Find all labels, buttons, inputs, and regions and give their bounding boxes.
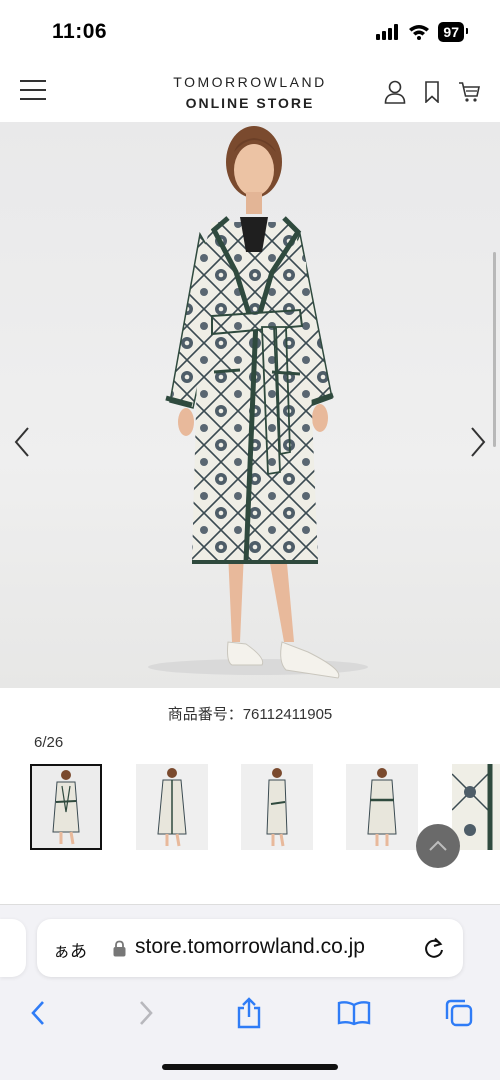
share-button[interactable] — [227, 991, 271, 1035]
thumbnail-5[interactable] — [452, 764, 500, 850]
product-main-image[interactable] — [0, 122, 500, 688]
account-icon[interactable] — [384, 80, 406, 104]
cart-icon[interactable] — [458, 81, 480, 103]
forward-button[interactable] — [124, 991, 168, 1035]
browser-chrome: ぁあ store.tomorrowland.co.jp — [0, 904, 500, 1080]
scroll-indicator — [493, 252, 496, 447]
browser-toolbar — [0, 991, 500, 1037]
prev-image-button[interactable] — [0, 420, 44, 464]
signal-icon — [376, 24, 399, 40]
status-bar: 11:06 97 — [0, 0, 500, 64]
share-icon — [237, 997, 261, 1029]
back-button[interactable] — [16, 991, 60, 1035]
reader-settings-button[interactable]: ぁあ — [53, 937, 87, 962]
chevron-left-icon — [14, 427, 29, 457]
status-time: 11:06 — [52, 20, 108, 43]
thumbnail-1[interactable] — [30, 764, 102, 850]
url-text: store.tomorrowland.co.jp — [135, 935, 365, 958]
thumbnail-2[interactable] — [136, 764, 208, 850]
tabs-button[interactable] — [437, 991, 481, 1035]
back-arrow-icon — [31, 1001, 44, 1025]
bookmarks-button[interactable] — [332, 991, 376, 1035]
site-header: TOMORROWLAND ONLINE STORE — [0, 64, 500, 122]
forward-arrow-icon — [140, 1001, 153, 1025]
lock-icon — [113, 940, 126, 957]
header-icons — [384, 80, 480, 104]
product-code: 商品番号：76112411905 — [167, 706, 333, 723]
thumbnail-3[interactable] — [241, 764, 313, 850]
status-icons: 97 — [376, 22, 468, 42]
image-counter: 6/26 — [34, 734, 64, 751]
next-image-button[interactable] — [456, 420, 500, 464]
book-icon — [337, 1001, 371, 1026]
address-bar[interactable]: ぁあ store.tomorrowland.co.jp — [37, 919, 463, 977]
tabs-icon — [445, 999, 473, 1027]
reload-icon[interactable] — [423, 936, 445, 960]
chevron-up-icon — [429, 840, 447, 851]
scroll-to-top-button[interactable] — [416, 824, 460, 868]
bookmark-icon[interactable] — [424, 81, 440, 103]
home-indicator — [162, 1064, 338, 1070]
thumbnail-4[interactable] — [346, 764, 418, 850]
battery-indicator: 97 — [438, 22, 468, 42]
chevron-right-icon — [471, 427, 486, 457]
wifi-icon — [409, 25, 430, 40]
model-coat-image — [148, 126, 368, 679]
previous-tab-edge[interactable] — [0, 919, 26, 977]
